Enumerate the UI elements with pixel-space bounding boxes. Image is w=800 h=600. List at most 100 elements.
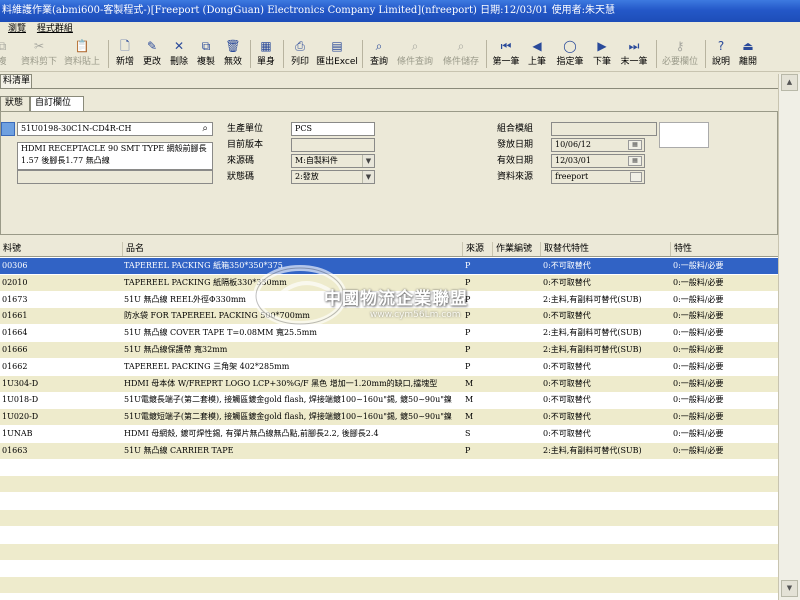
issue-date-field[interactable]: 10/06/12 ▦: [551, 138, 645, 152]
duplicate-button[interactable]: ⧉ 複製: [193, 38, 219, 70]
table-row[interactable]: [0, 459, 778, 476]
table-row[interactable]: 1U018-D 51U電鍍長端子(第二套模), 接觸區鍍金gold flash, …: [0, 392, 778, 409]
invalidate-button[interactable]: 🗑 無效: [220, 38, 246, 70]
new-button[interactable]: 🗋 新增: [112, 38, 138, 70]
checkbox-icon[interactable]: [630, 172, 642, 182]
cell-item: 01666: [2, 345, 28, 354]
vertical-scrollbar[interactable]: ▲ ▼: [778, 74, 800, 600]
col-name[interactable]: 品名: [122, 242, 462, 256]
next-record-label: 下筆: [592, 57, 611, 67]
col-source[interactable]: 來源: [462, 242, 492, 256]
print-label: 列印: [290, 57, 309, 67]
table-row[interactable]: 1U304-D HDMI 母本体 W/FREPRT LOGO LCP+30%G/F…: [0, 375, 778, 392]
table-row[interactable]: 01664 51U 無凸線 COVER TAPE T=0.08MM 寬25.5mm…: [0, 325, 778, 342]
part-lookup-icon[interactable]: [1, 122, 15, 136]
calendar-icon[interactable]: ▦: [628, 156, 642, 166]
modify-button[interactable]: ✎ 更改: [139, 38, 165, 70]
col-feature[interactable]: 特性: [670, 242, 778, 256]
effective-date-field[interactable]: 12/03/01 ▦: [551, 154, 645, 168]
menu-program-group[interactable]: 程式群組: [37, 24, 73, 34]
assembly-module-field[interactable]: [551, 122, 657, 136]
production-unit-field[interactable]: PCS: [291, 122, 375, 136]
table-row[interactable]: 00306 TAPEREEL PACKING 紙箱350*350*375 P 0:不可…: [0, 258, 778, 274]
toolbar: ⧉ 複 ✂ 資料剪下 📋 資料貼上 🗋 新增 ✎ 更改 ✕ 刪除 ⧉ 複製 🗑 無效 ▦ 單身 ⎙…: [0, 36, 800, 72]
copy-button[interactable]: ⧉ 複: [0, 38, 14, 70]
window-title: 料維護作業(abmi600-客製程式-)[Freeport (DongGuan)…: [0, 0, 800, 22]
cell-sub: 0:不可取替代: [543, 311, 591, 321]
table-row[interactable]: 1UNAB HDMI 母網殼, 鍍可焊性錫, 有彈片無凸線無凸點,前腳長2.2, …: [0, 426, 778, 442]
cell-name: HDMI 母本体 W/FREPRT LOGO LCP+30%G/F 黑色 增加一…: [124, 378, 438, 388]
cell-src: M: [465, 395, 474, 405]
exit-icon: ⏏: [742, 39, 754, 53]
table-row[interactable]: [0, 526, 778, 543]
cell-feat: 0:一般料/必要: [673, 261, 724, 270]
source-code-select[interactable]: M:自製料件 ▼: [291, 154, 375, 168]
condition-save-label: 條件儲存: [442, 57, 479, 67]
prev-record-button[interactable]: ◀ 上筆: [525, 38, 549, 70]
paste-button[interactable]: 📋 資料貼上: [60, 38, 104, 70]
table-row[interactable]: 01661 防水袋 FOR TAPEREEL PACKING 500*700mm P…: [0, 308, 778, 325]
table-row[interactable]: 01666 51U 無凸線保護帶 寬32mm P 2:主料,有副料可替代(SUB) 0:…: [0, 342, 778, 358]
table-row[interactable]: [0, 577, 778, 594]
cell-src: P: [465, 261, 471, 270]
part-number-value: 51U0198-30C1N-CD4R-CH: [21, 124, 132, 133]
table-row[interactable]: 1U020-D 51U電鍍短端子(第二套模), 接觸區鍍金gold flash, …: [0, 409, 778, 426]
tab-bom-list[interactable]: 料清單: [0, 74, 32, 88]
col-op-no[interactable]: 作業編號: [492, 242, 540, 256]
tab-custom-fields[interactable]: 自訂欄位: [30, 96, 84, 111]
duplicate-icon: ⧉: [201, 39, 211, 53]
required-fields-button[interactable]: ⚷ 必要欄位: [660, 38, 700, 70]
delete-x-icon: ✕: [173, 39, 185, 53]
last-record-button[interactable]: ⏭ 末一筆: [618, 38, 650, 70]
search-icon[interactable]: ⌕: [202, 123, 208, 135]
table-row[interactable]: [0, 493, 778, 510]
issue-date-label: 發放日期: [497, 140, 534, 150]
toolbar-separator: [250, 40, 251, 68]
table-row[interactable]: 01673 51U 無凸線 REEL外徑Φ330mm P 2:主料,有副料可替代(SU…: [0, 291, 778, 308]
data-source-field[interactable]: freeport: [551, 170, 645, 184]
cut-button[interactable]: ✂ 資料剪下: [17, 38, 61, 70]
spec-field[interactable]: [17, 170, 213, 184]
scroll-down-icon[interactable]: ▼: [781, 580, 798, 597]
cell-src: P: [465, 345, 471, 354]
condition-save-button[interactable]: ⌕ 條件儲存: [440, 38, 482, 70]
condition-query-button[interactable]: ⌕ 條件查詢: [394, 38, 436, 70]
chevron-down-icon[interactable]: ▼: [362, 171, 374, 183]
table-row[interactable]: [0, 510, 778, 526]
help-button[interactable]: ? 說明: [709, 38, 733, 70]
delete-button[interactable]: ✕ 刪除: [166, 38, 192, 70]
calendar-icon[interactable]: ▦: [628, 140, 642, 150]
bom-version-field[interactable]: [291, 138, 375, 152]
goto-record-button[interactable]: ◯ 指定筆: [554, 38, 586, 70]
source-code-value: M:自製料件: [295, 156, 338, 165]
table-row[interactable]: 01662 TAPEREEL PACKING 三角架 402*285mm P 0:不可…: [0, 358, 778, 375]
col-item-no[interactable]: 料號: [0, 242, 122, 256]
tab-status[interactable]: 狀態: [0, 96, 30, 111]
print-button[interactable]: ⎙ 列印: [287, 38, 313, 70]
table-row[interactable]: [0, 543, 778, 560]
export-excel-button[interactable]: ▤ 匯出Excel: [314, 38, 360, 70]
detail-button[interactable]: ▦ 單身: [253, 38, 279, 70]
required-fields-label: 必要欄位: [661, 57, 698, 67]
table-row[interactable]: 02010 TAPEREEL PACKING 紙隔板330*330mm P 0:不可取…: [0, 274, 778, 291]
status-code-select[interactable]: 2:發放 ▼: [291, 170, 375, 184]
menu-browse[interactable]: 瀏覽: [8, 24, 26, 34]
table-row[interactable]: 01663 51U 無凸線 CARRIER TAPE P 2:主料,有副料可替代(SU…: [0, 442, 778, 459]
exit-button[interactable]: ⏏ 離開: [736, 38, 760, 70]
table-row[interactable]: [0, 560, 778, 577]
col-substitute[interactable]: 取替代特性: [540, 242, 670, 256]
table-row[interactable]: [0, 594, 778, 600]
query-button[interactable]: ⌕ 查詢: [366, 38, 392, 70]
description-field[interactable]: HDMI RECEPTACLE 90 SMT TYPE 網殼前腳長1.57 後腳…: [17, 142, 213, 170]
next-record-button[interactable]: ▶ 下筆: [590, 38, 614, 70]
cell-item: 01661: [2, 311, 28, 321]
cell-sub: 2:主料,有副料可替代(SUB): [543, 345, 642, 354]
part-number-field[interactable]: 51U0198-30C1N-CD4R-CH ⌕: [17, 122, 213, 136]
scroll-up-icon[interactable]: ▲: [781, 74, 798, 91]
detail-grid-icon: ▦: [260, 39, 272, 53]
first-record-button[interactable]: ⏮ 第一筆: [490, 38, 522, 70]
cell-sub: 2:主料,有副料可替代(SUB): [543, 294, 642, 304]
table-row[interactable]: [0, 476, 778, 493]
chevron-down-icon[interactable]: ▼: [362, 155, 374, 167]
cell-src: P: [465, 311, 471, 321]
